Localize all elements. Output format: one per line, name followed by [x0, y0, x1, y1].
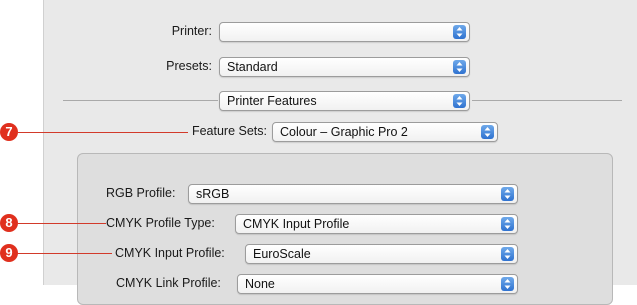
panel-menu-popup[interactable]: Printer Features	[219, 91, 470, 111]
separator-left	[63, 100, 218, 101]
up-down-arrows-icon	[501, 247, 514, 261]
cmyk-profile-type-popup[interactable]: CMYK Input Profile	[235, 214, 518, 234]
rgb-profile-popup[interactable]: sRGB	[188, 184, 518, 204]
printer-label: Printer:	[171, 24, 212, 38]
up-down-arrows-icon	[501, 217, 514, 231]
feature-sets-label: Feature Sets:	[191, 124, 267, 138]
feature-sets-value: Colour – Graphic Pro 2	[280, 125, 408, 139]
rgb-profile-value: sRGB	[196, 187, 230, 201]
callout-7-line	[18, 132, 188, 133]
cmyk-profile-type-value: CMYK Input Profile	[243, 217, 350, 231]
cmyk-link-profile-popup[interactable]: None	[237, 274, 518, 294]
presets-value: Standard	[227, 60, 278, 74]
callout-9-line	[18, 253, 112, 254]
separator-right	[472, 100, 622, 101]
callout-9-badge: 9	[0, 244, 18, 262]
printer-popup[interactable]	[219, 22, 470, 42]
up-down-arrows-icon	[453, 94, 466, 108]
cmyk-profile-type-label: CMYK Profile Type:	[106, 216, 215, 230]
presets-label: Presets:	[166, 59, 212, 73]
up-down-arrows-icon	[453, 25, 466, 39]
cmyk-input-profile-popup[interactable]: EuroScale	[245, 244, 518, 264]
feature-sets-popup[interactable]: Colour – Graphic Pro 2	[272, 122, 498, 142]
cmyk-link-profile-label: CMYK Link Profile:	[116, 276, 221, 290]
up-down-arrows-icon	[501, 277, 514, 291]
rgb-profile-label: RGB Profile:	[106, 186, 176, 200]
cmyk-input-profile-value: EuroScale	[253, 247, 311, 261]
cmyk-input-profile-label: CMYK Input Profile:	[115, 246, 225, 260]
callout-8-badge: 8	[0, 214, 18, 232]
callout-7-badge: 7	[0, 123, 18, 141]
presets-popup[interactable]: Standard	[219, 57, 470, 77]
up-down-arrows-icon	[453, 60, 466, 74]
cmyk-link-profile-value: None	[245, 277, 275, 291]
panel-menu-value: Printer Features	[227, 94, 317, 108]
up-down-arrows-icon	[501, 187, 514, 201]
up-down-arrows-icon	[481, 125, 494, 139]
callout-8-line	[18, 223, 106, 224]
